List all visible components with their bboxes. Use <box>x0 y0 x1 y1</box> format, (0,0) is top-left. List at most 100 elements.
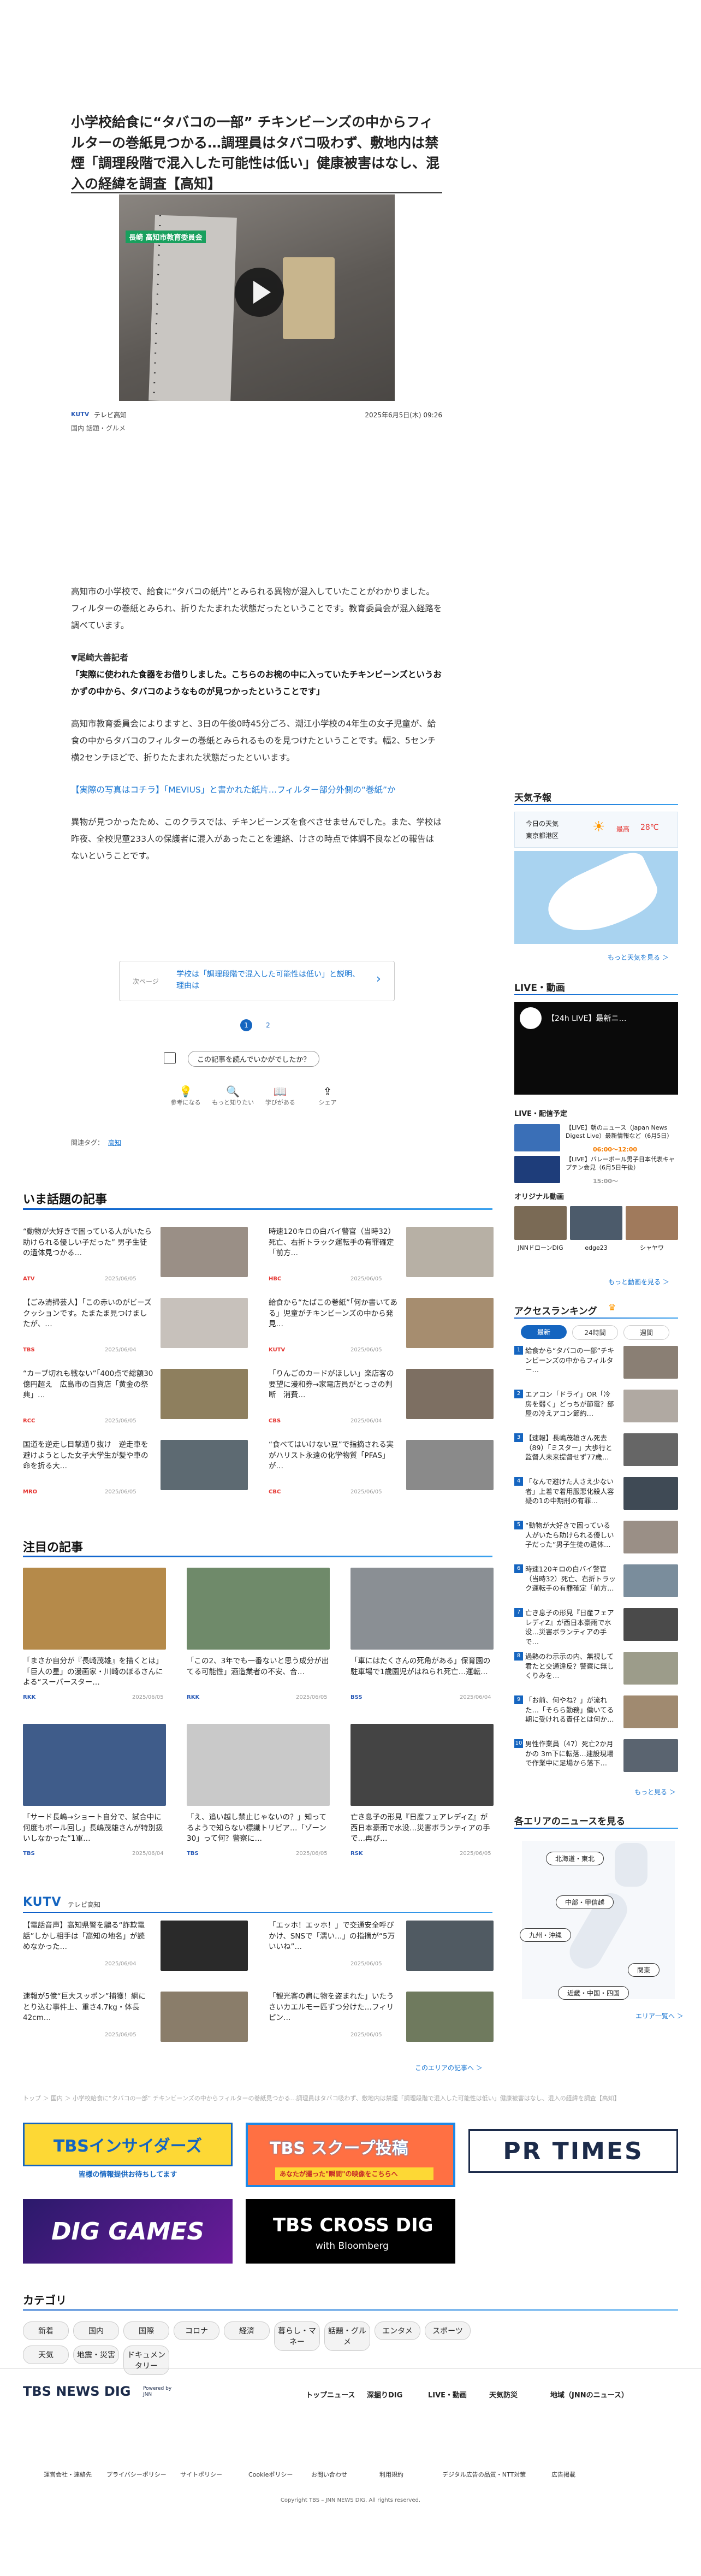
crossdig-banner[interactable]: TBS CROSS DIG with Bloomberg <box>246 2199 455 2264</box>
original-video-label[interactable]: シャヤワ <box>626 1244 678 1252</box>
ranking-item-thumbnail[interactable] <box>623 1477 678 1510</box>
category-pill[interactable]: 経済 <box>224 2321 270 2340</box>
category-pill[interactable]: 新着 <box>23 2321 69 2340</box>
trending-item-title[interactable]: 「りんごのカードがほしい」楽店客の要望に漫和券→家電店員がとっさの判断 消費… <box>269 1369 400 1401</box>
trending-item-title[interactable]: 給食から“たばこの巻紙”「何か書いてある」児童がチキンビーンズの中から発見… <box>269 1298 400 1330</box>
breadcrumb[interactable]: トップ ＞ 国内 ＞ 小学校給食に“タバコの一部” チキンビーンズの中からフィル… <box>23 2094 678 2102</box>
area-item-title[interactable]: 速報が5億“巨大スッポン”捕獲！網にとり込む事件上、重さ4.7kg・体長42cm… <box>23 1992 152 2024</box>
weather-map[interactable] <box>514 851 678 944</box>
trending-item-thumbnail[interactable] <box>161 1227 248 1277</box>
ranking-item-thumbnail[interactable] <box>623 1433 678 1466</box>
footer-nav-item[interactable]: 地域（JNNのニュース） <box>550 2389 628 2400</box>
original-video-thumbnail[interactable] <box>570 1206 622 1240</box>
reaction-share[interactable]: ⇪ シェア <box>306 1085 349 1107</box>
footer-link[interactable]: サイトポリシー <box>180 2470 222 2479</box>
area-item-title[interactable]: 「エッホ！エッホ！」で交通安全呼びかけ、SNSで「濡い…」の指摘が“5万いいね”… <box>269 1921 397 1953</box>
category-pill[interactable]: 話題・グルメ <box>324 2321 370 2351</box>
ranking-item-thumbnail[interactable] <box>623 1564 678 1597</box>
featured-item-title[interactable]: 「車にはたくさんの死角がある」保育園の駐車場で1歳園児がはねられ死亡…運転… <box>350 1656 494 1677</box>
area-more-link[interactable]: このエリアの記事へ ＞ <box>415 2063 483 2072</box>
area-item-thumbnail[interactable] <box>406 1921 494 1971</box>
page-2[interactable]: 2 <box>262 1019 274 1031</box>
featured-item-title[interactable]: 「まさか自分が『長崎茂雄』を描くとは」「巨人の星」の漫画家・川崎のぼるさんによる… <box>23 1656 166 1688</box>
category-pill[interactable]: 国際 <box>123 2321 169 2340</box>
reaction-more[interactable]: 🔍 もっと知りたい <box>211 1085 255 1107</box>
featured-item-thumbnail[interactable] <box>187 1568 330 1650</box>
live-item-title[interactable]: 【LIVE】バレーボール男子日本代表キャプテン会見（6月5日午後） <box>566 1156 678 1172</box>
ranking-item-thumbnail[interactable] <box>623 1346 678 1379</box>
ranking-item-title[interactable]: 「お前、何やね？」が流れた…「そらら勤務」働いてる期に受けれる責任とは何か… <box>525 1695 617 1735</box>
trending-item-thumbnail[interactable] <box>406 1227 494 1277</box>
live-item-thumbnail[interactable] <box>514 1124 560 1151</box>
footer-link[interactable]: デジタル広告の品質・NTT対策 <box>442 2470 526 2479</box>
weather-card[interactable]: 今日の天気 東京都港区 ☀ 最高 28℃ <box>514 812 678 848</box>
video-more-link[interactable]: もっと動画を見る ＞ <box>608 1277 669 1286</box>
ranking-tab[interactable]: 週間 <box>623 1325 669 1340</box>
featured-item-title[interactable]: 「え、追い越し禁止じゃないの？」知ってるようで知らない標識トリビア…「ゾーン30… <box>187 1812 330 1845</box>
footer-link[interactable]: お問い合わせ <box>311 2470 347 2479</box>
scoop-banner[interactable]: TBS スクープ投稿 あなたが撮った"瞬間"の映像をこちらへ <box>246 2123 455 2187</box>
featured-item-thumbnail[interactable] <box>23 1568 166 1650</box>
featured-item-thumbnail[interactable] <box>350 1568 494 1650</box>
ranking-item-title[interactable]: 「なんで避けた人さえ少ない者」上着で着用服悪化殺人容疑の1の中期刑の有罪… <box>525 1477 617 1516</box>
footer-nav-item[interactable]: 深掘りDIG <box>367 2389 402 2400</box>
ranking-more-link[interactable]: もっと見る ＞ <box>634 1787 676 1797</box>
trending-item-thumbnail[interactable] <box>406 1369 494 1419</box>
region-more-link[interactable]: エリア一覧へ ＞ <box>635 2011 684 2020</box>
trending-item-thumbnail[interactable] <box>161 1298 248 1348</box>
article-categories[interactable]: 国内 話題・グルメ <box>71 423 126 433</box>
tag-link[interactable]: 高知 <box>108 1138 121 1147</box>
ranking-item-thumbnail[interactable] <box>623 1390 678 1422</box>
footer-nav-item[interactable]: トップニュース <box>306 2389 355 2400</box>
ranking-item-thumbnail[interactable] <box>623 1521 678 1553</box>
area-item-thumbnail[interactable] <box>406 1992 494 2042</box>
original-video-label[interactable]: JNNドローンDIG <box>514 1244 567 1252</box>
ranking-item-title[interactable]: 時速120キロの白バイ警官（当時32）死亡、右折トラック運転手の有罪確定「前方… <box>525 1564 617 1604</box>
page-1[interactable]: 1 <box>240 1019 252 1031</box>
trending-item-title[interactable]: 時速120キロの白バイ警官（当時32）死亡、右折トラック運転手の有罪確定「前方… <box>269 1227 400 1259</box>
featured-item-thumbnail[interactable] <box>187 1724 330 1806</box>
region-button[interactable]: 中部・甲信越 <box>556 1895 614 1909</box>
original-video-thumbnail[interactable] <box>514 1206 567 1240</box>
insiders-banner[interactable]: TBSインサイダーズ 皆様の情報提供お待ちしてます <box>23 2123 233 2187</box>
ranking-item-title[interactable]: “動物が大好きで困っている人がいたら助けられる優しい子だった”男子生徒の遺体… <box>525 1521 617 1560</box>
footer-link[interactable]: 利用規約 <box>379 2470 403 2479</box>
area-item-thumbnail[interactable] <box>161 1921 248 1971</box>
trending-item-thumbnail[interactable] <box>161 1369 248 1419</box>
ranking-item-title[interactable]: 亡き息子の形見『日産フェアレディZ』が西日本豪雨で水没…災害ボランティアの手で… <box>525 1608 617 1647</box>
trending-item-title[interactable]: “食べてはいけない豆”で指摘される実がハリスト永遠の化学物質「PFAS」が… <box>269 1440 400 1472</box>
trending-item-thumbnail[interactable] <box>406 1298 494 1348</box>
region-button[interactable]: 九州・沖縄 <box>520 1928 572 1942</box>
reaction-learn[interactable]: 📖 学びがある <box>258 1085 302 1107</box>
area-item-thumbnail[interactable] <box>161 1992 248 2042</box>
category-pill[interactable]: 天気 <box>23 2345 69 2364</box>
station-name[interactable]: テレビ高知 <box>94 410 127 420</box>
play-icon[interactable] <box>235 268 284 317</box>
area-item-title[interactable]: 「観光客の肩に物を盗まれた」いたうさいカエルモー匹ずつ分けた…フィリピン… <box>269 1992 397 2024</box>
ranking-tab[interactable]: 最新 <box>521 1325 567 1339</box>
next-page-box[interactable]: 次ページ 学校は「調理段階で混入した可能性は低い」と説明、理由は › <box>119 961 395 1001</box>
photo-link[interactable]: 【実際の写真はコチラ】「MEVIUS」と書かれた紙片…フィルター部分外側の“巻紙… <box>71 782 442 799</box>
reaction-helpful[interactable]: 💡 参考になる <box>164 1085 207 1107</box>
weather-more-link[interactable]: もっと天気を見る ＞ <box>608 953 669 962</box>
ranking-item-title[interactable]: 【速報】長嶋茂雄さん死去（89）「ミスター」大歩行と監督人未来提督せず77歳… <box>525 1433 617 1473</box>
live-item-title[interactable]: 【LIVE】朝のニュース（Japan News Digest Live）最新情報… <box>566 1124 678 1141</box>
live-player[interactable]: 【24h LIVE】最新ニ… <box>514 1002 678 1095</box>
footer-link[interactable]: プライバシーポリシー <box>106 2470 167 2479</box>
category-pill[interactable]: ドキュメンタリー <box>123 2345 169 2375</box>
category-pill[interactable]: エンタメ <box>375 2321 420 2340</box>
region-button[interactable]: 北海道・東北 <box>546 1852 604 1865</box>
category-pill[interactable]: 地震・災害 <box>73 2345 119 2364</box>
diggames-banner[interactable]: DIG GAMES <box>23 2199 233 2264</box>
trending-item-title[interactable]: 国道を逆走し目撃通り抜け 逆走車を避けようとした女子大学生が髪や車の命を折る大… <box>23 1440 154 1472</box>
ranking-item-title[interactable]: 給食から“タバコの一部”チキンビーンズの中からフィルター… <box>525 1346 617 1385</box>
ranking-item-thumbnail[interactable] <box>623 1739 678 1772</box>
ranking-item-thumbnail[interactable] <box>623 1652 678 1685</box>
trending-item-title[interactable]: “カーブ切れも戦ない”「400点で総額30億円超え 広島市の百貨店「黄金の祭典」… <box>23 1369 154 1401</box>
featured-item-thumbnail[interactable] <box>350 1724 494 1806</box>
trending-item-thumbnail[interactable] <box>161 1440 248 1490</box>
category-pill[interactable]: 国内 <box>73 2321 119 2340</box>
footer-logo[interactable]: TBS NEWS DIG <box>23 2384 130 2399</box>
footer-nav-item[interactable]: 天気防災 <box>489 2389 518 2400</box>
ranking-tab[interactable]: 24時間 <box>572 1325 618 1340</box>
